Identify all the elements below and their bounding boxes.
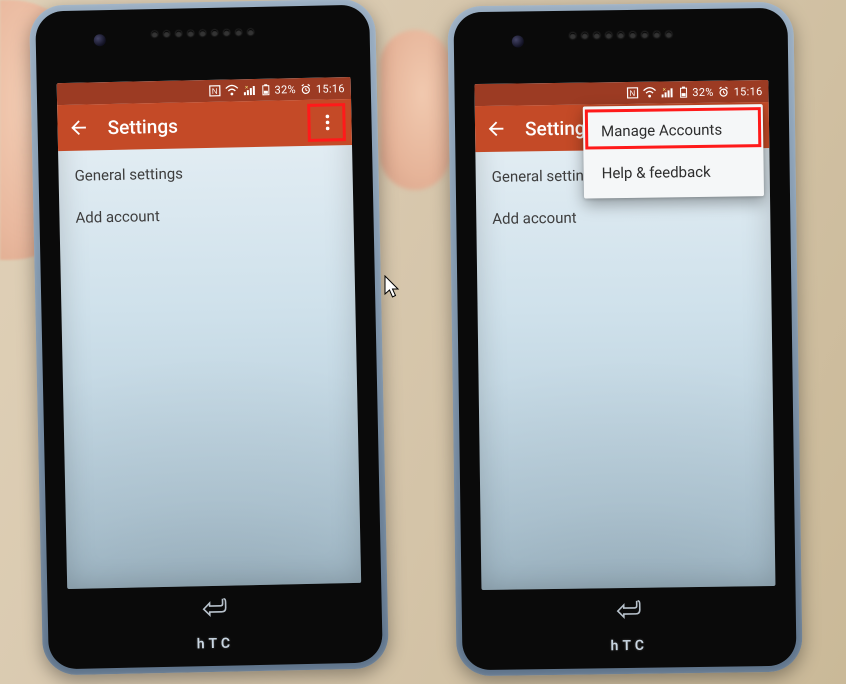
clock-time: 15:16 <box>734 85 763 98</box>
popup-item-help-feedback[interactable]: Help & feedback <box>583 150 764 195</box>
earpiece-speaker <box>454 30 788 41</box>
signal-icon: × <box>660 86 674 98</box>
settings-list: General settings Add account <box>58 145 354 239</box>
nfc-icon: N <box>626 87 638 99</box>
screen: N × 32% 15:16 <box>474 80 775 590</box>
svg-text:N: N <box>211 87 217 96</box>
svg-text:N: N <box>629 89 635 98</box>
battery-icon <box>678 86 688 98</box>
phone-left: N × 32% 15:16 <box>29 0 389 676</box>
signal-icon: × <box>242 84 256 96</box>
overflow-menu-icon[interactable] <box>313 99 342 146</box>
earpiece-speaker <box>36 27 370 40</box>
svg-text:×: × <box>245 85 249 91</box>
wifi-icon <box>642 87 656 99</box>
wifi-icon <box>224 84 238 96</box>
overflow-popup: Manage Accounts Help & feedback <box>583 104 764 199</box>
page-title: Settings <box>107 114 178 138</box>
nav-back-icon[interactable] <box>201 595 227 618</box>
svg-text:×: × <box>662 87 666 93</box>
back-arrow-icon[interactable] <box>485 118 507 140</box>
phone-right: N × 32% 15:16 <box>447 2 802 677</box>
phone-bezel: N × 32% 15:16 <box>453 8 796 671</box>
phone-bezel: N × 32% 15:16 <box>35 5 383 670</box>
battery-percent: 32% <box>692 85 714 98</box>
list-item-add-account[interactable]: Add account <box>59 191 354 239</box>
list-item-add-account[interactable]: Add account <box>476 194 771 240</box>
screen: N × 32% 15:16 <box>57 77 362 589</box>
alarm-icon <box>300 83 312 95</box>
clock-time: 15:16 <box>316 82 345 96</box>
nfc-icon: N <box>208 85 220 97</box>
hand-right <box>380 30 450 190</box>
brand-logo: hTC <box>48 632 382 655</box>
battery-icon <box>260 84 270 96</box>
popup-item-manage-accounts[interactable]: Manage Accounts <box>583 108 764 153</box>
nav-bar <box>67 587 362 625</box>
nav-back-icon[interactable] <box>616 597 642 619</box>
alarm-icon <box>718 86 730 98</box>
battery-percent: 32% <box>274 83 296 96</box>
list-item-general-settings[interactable]: General settings <box>58 149 353 197</box>
app-bar: Settings <box>57 99 352 151</box>
brand-logo: hTC <box>462 636 796 657</box>
back-arrow-icon[interactable] <box>67 116 89 138</box>
nav-bar <box>482 590 776 626</box>
